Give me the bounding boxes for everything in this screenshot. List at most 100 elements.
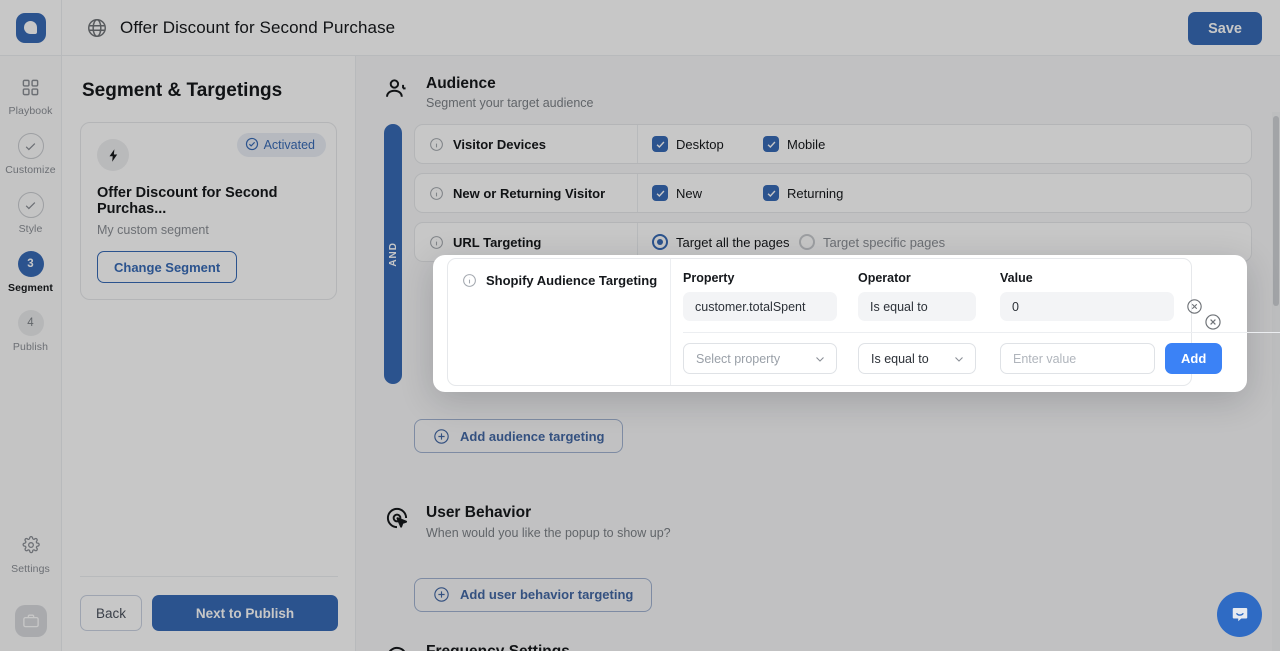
sidebar-item-settings[interactable]: Settings bbox=[0, 532, 62, 575]
and-connector: AND bbox=[384, 124, 402, 385]
modal-column-headers: Property Operator Value bbox=[683, 271, 1280, 285]
existing-rule-property-cell: customer.totalSpent bbox=[683, 292, 858, 321]
gear-icon bbox=[18, 532, 44, 558]
rail-bottom: Settings bbox=[0, 532, 62, 651]
chevron-down-icon bbox=[953, 353, 965, 365]
info-icon[interactable] bbox=[462, 273, 477, 288]
segment-panel: Segment & Targetings Activated Offer Dis… bbox=[62, 56, 356, 651]
sidebar-item-label: Settings bbox=[11, 563, 50, 575]
remove-rule-icon[interactable] bbox=[1186, 298, 1203, 315]
existing-rule-value: 0 bbox=[1000, 292, 1174, 321]
checkbox-returning[interactable]: Returning bbox=[763, 185, 874, 202]
add-user-behavior-targeting-label: Add user behavior targeting bbox=[460, 587, 634, 603]
sidebar-item-label: Style bbox=[18, 223, 43, 235]
top-bar: Offer Discount for Second Purchase Save bbox=[0, 0, 1280, 56]
add-audience-targeting-button[interactable]: Add audience targeting bbox=[414, 419, 624, 454]
add-user-behavior-targeting-button[interactable]: Add user behavior targeting bbox=[414, 577, 653, 612]
section-title: Audience bbox=[426, 75, 496, 92]
app-logo[interactable] bbox=[0, 0, 62, 56]
radio-unselected-icon bbox=[799, 234, 815, 251]
chat-bubble-icon[interactable] bbox=[1217, 592, 1262, 637]
checkbox-label: New bbox=[676, 185, 703, 201]
info-icon[interactable] bbox=[429, 186, 444, 201]
value-input[interactable] bbox=[1000, 343, 1155, 374]
close-modal-icon[interactable] bbox=[1204, 313, 1222, 331]
new-rule-value-cell: Add bbox=[1000, 343, 1223, 374]
property-select-placeholder: Select property bbox=[696, 351, 781, 366]
checkbox-mobile[interactable]: Mobile bbox=[763, 136, 874, 153]
table-row: New or Returning Visitor New Returning bbox=[414, 173, 1252, 214]
radio-label: Target all the pages bbox=[676, 234, 790, 250]
segment-card: Activated Offer Discount for Second Purc… bbox=[80, 122, 337, 300]
app-root: Offer Discount for Second Purchase Save … bbox=[0, 0, 1280, 651]
new-rule-row: Select property Is equal to Enter value … bbox=[683, 343, 1280, 374]
step-number-icon: 4 bbox=[17, 310, 44, 336]
segment-description: My custom segment bbox=[97, 223, 209, 237]
radio-selected-icon bbox=[652, 234, 668, 251]
panel-footer: Back Next to Publish bbox=[80, 576, 338, 651]
checkbox-new[interactable]: New bbox=[652, 185, 763, 202]
frequency-settings-section-header: Frequency Settings When would you like t… bbox=[384, 642, 1252, 651]
change-segment-button[interactable]: Change Segment bbox=[97, 251, 238, 283]
checkbox-checked-icon bbox=[652, 136, 668, 153]
info-icon[interactable] bbox=[429, 137, 444, 152]
radio-target-all-pages[interactable]: Target all the pages bbox=[652, 234, 799, 251]
modal-condition-label-text: Shopify Audience Targeting bbox=[486, 273, 658, 288]
sidebar-item-publish[interactable]: 4 Publish bbox=[0, 310, 62, 353]
checkbox-checked-icon bbox=[763, 185, 779, 202]
sidebar-item-segment[interactable]: 3 Segment bbox=[0, 251, 62, 294]
next-to-publish-button[interactable]: Next to Publish bbox=[152, 595, 338, 631]
property-select[interactable]: Select property bbox=[683, 343, 837, 374]
checkbox-label: Mobile bbox=[787, 136, 826, 152]
existing-rule-value-cell: 0 bbox=[1000, 292, 1203, 321]
condition-label: Visitor Devices bbox=[415, 125, 638, 164]
existing-rule-property-value: customer.totalSpent bbox=[683, 292, 837, 321]
shopify-condition-card: Shopify Audience Targeting Property Oper… bbox=[447, 258, 1280, 386]
column-header-value: Value bbox=[1000, 271, 1033, 285]
column-header-property: Property bbox=[683, 271, 735, 285]
chevron-down-icon bbox=[814, 353, 826, 365]
step-number-icon: 3 bbox=[17, 251, 44, 277]
back-button[interactable]: Back bbox=[80, 595, 142, 631]
page-title-wrap: Offer Discount for Second Purchase bbox=[86, 17, 395, 39]
and-label: AND bbox=[387, 242, 399, 267]
status-badge-label: Activated bbox=[263, 138, 315, 152]
sidebar-item-label: Customize bbox=[5, 164, 56, 176]
condition-label-text: New or Returning Visitor bbox=[453, 185, 606, 201]
save-button[interactable]: Save bbox=[1188, 12, 1262, 45]
cursor-target-icon bbox=[384, 505, 410, 531]
globe-icon bbox=[86, 17, 108, 39]
existing-rule-operator-cell: Is equal to bbox=[858, 292, 1000, 321]
shopify-audience-targeting-modal: Shopify Audience Targeting Property Oper… bbox=[433, 255, 1280, 392]
new-rule-operator-cell: Is equal to bbox=[858, 343, 1000, 374]
app-logo-icon bbox=[15, 12, 46, 43]
condition-label: New or Returning Visitor bbox=[415, 174, 638, 213]
radio-target-specific-pages[interactable]: Target specific pages bbox=[799, 234, 959, 251]
column-header-operator: Operator bbox=[858, 271, 911, 285]
check-circle-icon bbox=[17, 133, 44, 159]
condition-values: Target all the pages Target specific pag… bbox=[638, 234, 1251, 251]
operator-select-value: Is equal to bbox=[871, 351, 929, 366]
history-clock-icon bbox=[384, 644, 410, 651]
bolt-icon bbox=[97, 139, 129, 171]
sidebar-item-customize[interactable]: Customize bbox=[0, 133, 62, 176]
sidebar-item-style[interactable]: Style bbox=[0, 192, 62, 235]
plus-circle-icon bbox=[433, 428, 450, 445]
add-audience-targeting-label: Add audience targeting bbox=[460, 428, 605, 444]
user-behavior-section-header: User Behavior When would you like the po… bbox=[384, 503, 1252, 540]
checkbox-desktop[interactable]: Desktop bbox=[652, 136, 763, 153]
add-rule-button[interactable]: Add bbox=[1165, 343, 1223, 374]
info-icon[interactable] bbox=[429, 235, 444, 250]
check-circle-icon bbox=[245, 137, 259, 154]
existing-rule-row: customer.totalSpent Is equal to 0 bbox=[683, 292, 1280, 321]
table-row: Visitor Devices Desktop Mobile bbox=[414, 124, 1252, 165]
briefcase-icon[interactable] bbox=[14, 605, 47, 637]
panel-title: Segment & Targetings bbox=[82, 80, 283, 101]
plus-circle-icon bbox=[433, 586, 450, 603]
sidebar-item-playbook[interactable]: Playbook bbox=[0, 74, 62, 117]
condition-label-text: URL Targeting bbox=[453, 234, 542, 250]
page-title: Offer Discount for Second Purchase bbox=[120, 17, 396, 37]
operator-select[interactable]: Is equal to bbox=[858, 343, 976, 374]
audience-icon bbox=[384, 76, 410, 102]
existing-rule-operator-value: Is equal to bbox=[858, 292, 976, 321]
